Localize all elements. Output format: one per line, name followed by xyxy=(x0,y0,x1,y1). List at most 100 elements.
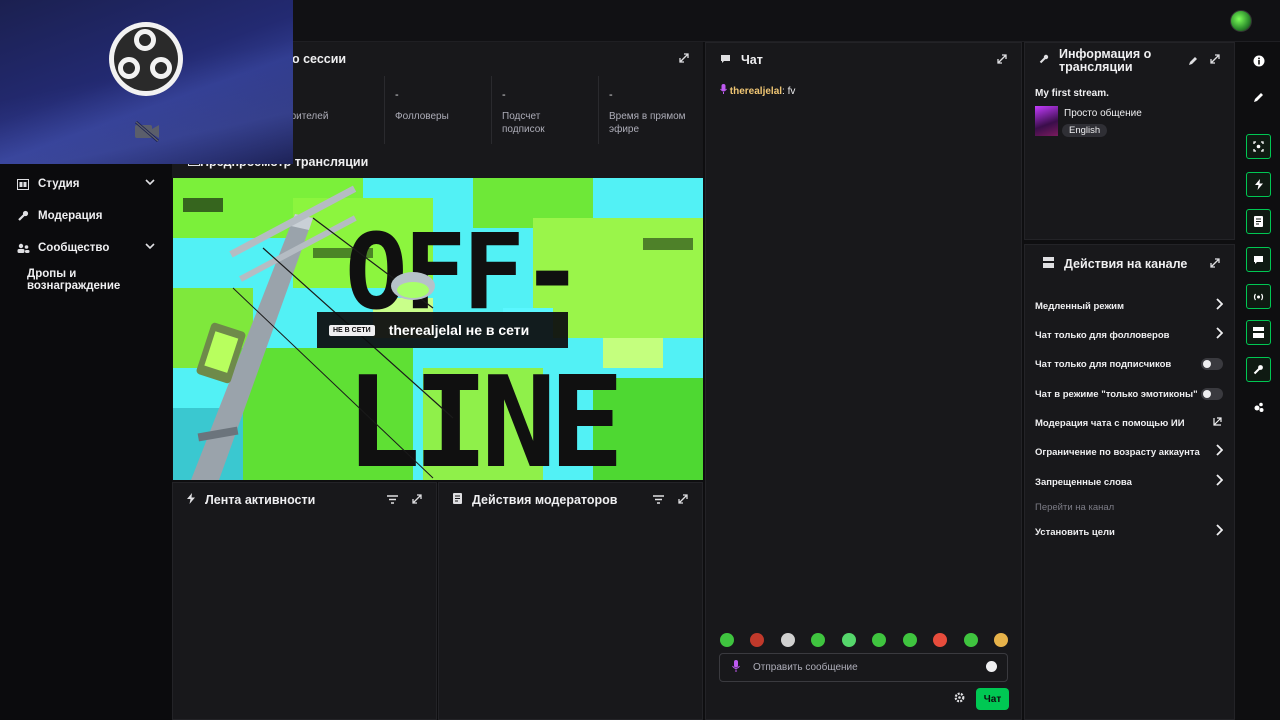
action-label: Чат только для фолловеров xyxy=(1035,329,1170,341)
edit-pencil-icon[interactable] xyxy=(1246,85,1271,110)
obs-camera-overlay xyxy=(0,0,293,164)
channel-actions-icon[interactable] xyxy=(1246,320,1271,345)
svg-text:LINE: LINE xyxy=(345,349,617,480)
action-label: Перейти на канал xyxy=(1035,501,1115,513)
chevron-down-icon xyxy=(144,176,156,191)
activity-feed-title: Лента активности xyxy=(205,493,316,507)
chat-header: Чат xyxy=(706,43,1021,77)
community-icon xyxy=(16,241,30,255)
emoji-picker-icon[interactable] xyxy=(986,661,997,672)
stream-category[interactable]: Просто общение xyxy=(1064,108,1142,119)
studio-icon xyxy=(16,177,30,191)
sidebar-item-label: Сообщество xyxy=(38,242,110,254)
subscribers-only-toggle[interactable] xyxy=(1201,358,1223,370)
mod-actions-panel: Действия модераторов xyxy=(438,482,703,720)
offline-status-banner: НЕ В СЕТИ therealjelal не в сети xyxy=(317,312,568,348)
sidebar-item-label: Модерация xyxy=(38,210,103,222)
chat-send-button[interactable]: Чат xyxy=(976,688,1009,710)
popout-icon[interactable] xyxy=(679,53,689,66)
emote-icon[interactable] xyxy=(720,633,734,647)
set-goals-item[interactable]: Установить цели xyxy=(1035,522,1225,542)
popout-icon[interactable] xyxy=(1210,54,1220,67)
sidebar-item-community[interactable]: Сообщество xyxy=(0,234,172,262)
emote-icon[interactable] xyxy=(963,633,978,647)
stat-subscriptions: - Подсчет подписок xyxy=(491,76,598,144)
chat-message-text: : fv xyxy=(782,86,796,97)
popout-icon[interactable] xyxy=(997,54,1007,67)
action-label: Ограничение по возрасту аккаунта xyxy=(1035,446,1200,458)
ai-moderation-item[interactable]: Модерация чата с помощью ИИ xyxy=(1035,413,1225,433)
chat-message: therealjelal: fv xyxy=(720,84,795,97)
lightning-icon xyxy=(187,493,195,507)
chevron-right-icon xyxy=(1215,474,1224,489)
broadcast-icon[interactable] xyxy=(1246,284,1271,309)
clip-icon[interactable] xyxy=(1246,134,1271,159)
sidebar-item-moderation[interactable]: Модерация xyxy=(0,202,172,230)
stat-live-time: - Время в прямом эфире xyxy=(598,76,703,144)
go-to-channel-item[interactable]: Перейти на канал xyxy=(1035,497,1225,517)
sidebar-item-drops[interactable]: Дропы и вознаграждение xyxy=(0,266,172,294)
stream-title: My first stream. xyxy=(1035,88,1109,99)
filter-icon[interactable] xyxy=(387,493,398,507)
popout-icon[interactable] xyxy=(412,494,422,507)
emote-icon[interactable] xyxy=(933,633,948,647)
emote-icon[interactable] xyxy=(780,633,795,647)
followers-only-item[interactable]: Чат только для фолловеров xyxy=(1035,325,1225,345)
chevron-down-icon xyxy=(144,240,156,255)
stat-value: - xyxy=(502,89,506,101)
stream-info-header: Информация о трансляции xyxy=(1025,43,1234,79)
camera-off-icon xyxy=(133,120,161,143)
emote-only-toggle[interactable] xyxy=(1201,388,1223,400)
document-icon[interactable] xyxy=(1246,209,1271,234)
account-age-item[interactable]: Ограничение по возрасту аккаунта xyxy=(1035,442,1225,462)
mod-actions-title: Действия модераторов xyxy=(472,493,618,507)
chat-bubble-icon xyxy=(720,54,731,67)
emote-icon[interactable] xyxy=(993,633,1008,647)
user-avatar[interactable] xyxy=(1230,10,1252,32)
sidebar-item-studio[interactable]: Студия xyxy=(0,170,172,198)
language-tag[interactable]: English xyxy=(1062,124,1108,137)
category-thumbnail[interactable] xyxy=(1035,106,1058,136)
emote-bar xyxy=(718,630,1010,650)
stat-label: Фолловеры xyxy=(395,111,449,122)
slow-mode-item[interactable]: Медленный режим xyxy=(1035,296,1225,316)
activity-feed-panel: Лента активности xyxy=(172,482,437,720)
chat-input-placeholder: Отправить сообщение xyxy=(753,662,858,673)
stat-label: Подсчет подписок xyxy=(502,111,545,135)
microphone-badge-icon xyxy=(720,84,730,97)
info-icon[interactable] xyxy=(1246,48,1271,73)
chat-bubble-icon[interactable] xyxy=(1246,247,1271,272)
chat-message-input[interactable]: Отправить сообщение xyxy=(719,653,1008,682)
offline-status-text: therealjelal не в сети xyxy=(388,322,530,338)
chat-panel: Чат xyxy=(705,42,1022,720)
emote-icon[interactable] xyxy=(902,633,917,647)
emote-icon[interactable] xyxy=(811,633,826,647)
emote-icon[interactable] xyxy=(872,633,887,647)
chevron-right-icon xyxy=(1215,524,1224,539)
emote-icon[interactable] xyxy=(841,633,856,647)
lightning-icon[interactable] xyxy=(1246,172,1271,197)
add-widget-icon[interactable] xyxy=(1246,394,1271,419)
sidebar-item-label: Студия xyxy=(38,178,80,190)
emote-icon[interactable] xyxy=(750,633,765,647)
popout-icon[interactable] xyxy=(1210,258,1220,271)
chevron-right-icon xyxy=(1215,327,1224,342)
wrench-icon xyxy=(1039,54,1049,68)
banned-words-item[interactable]: Запрещенные слова xyxy=(1035,472,1225,492)
stat-followers: - Фолловеры xyxy=(384,76,491,144)
chat-username[interactable]: therealjelal xyxy=(730,86,782,97)
stat-label: зрителей xyxy=(286,111,329,122)
chat-title: Чат xyxy=(741,53,763,67)
filter-icon[interactable] xyxy=(653,493,664,507)
stream-info-title: Информация о трансляции xyxy=(1059,47,1152,74)
pencil-icon[interactable] xyxy=(1188,55,1198,69)
stat-value: - xyxy=(609,89,613,101)
chevron-right-icon xyxy=(1215,444,1224,459)
channel-actions-title: Действия на канале xyxy=(1064,257,1188,271)
action-label: Чат только для подписчиков xyxy=(1035,358,1172,370)
stat-value: - xyxy=(395,89,399,101)
gear-icon[interactable] xyxy=(954,692,965,706)
channel-actions-header: Действия на канале xyxy=(1025,247,1234,281)
wrench-icon[interactable] xyxy=(1246,357,1271,382)
popout-icon[interactable] xyxy=(678,494,688,507)
